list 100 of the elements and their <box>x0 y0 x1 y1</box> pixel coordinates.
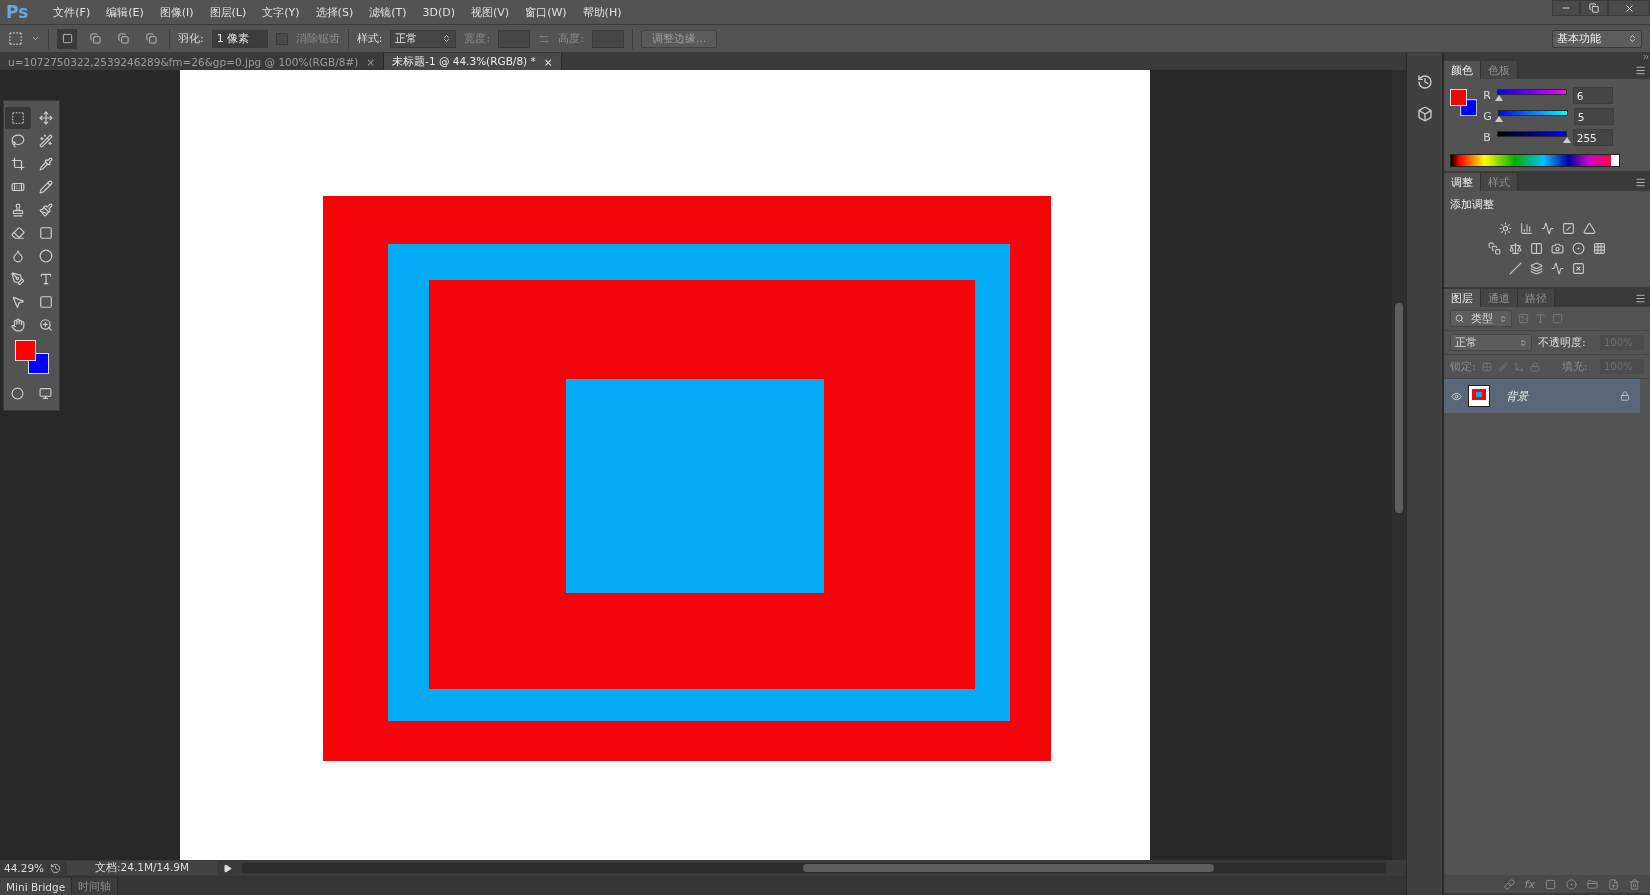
feather-field[interactable]: 1 像素 <box>211 29 268 48</box>
adjustment-button[interactable] <box>1528 260 1545 276</box>
opacity-label: 不透明度: <box>1538 335 1586 350</box>
restore-button[interactable] <box>1580 0 1608 16</box>
panel-tab[interactable]: Mini Bridge <box>0 878 73 895</box>
magic-wand-icon <box>38 134 53 148</box>
panel-menu-icon[interactable] <box>1635 176 1646 188</box>
eye-icon[interactable] <box>1450 390 1462 402</box>
zoom-icon <box>38 318 53 332</box>
droplet-icon <box>10 249 25 263</box>
tool-button[interactable] <box>4 107 31 129</box>
document-tab[interactable]: 未标题-1 @ 44.3%(RGB/8) * × <box>384 53 562 70</box>
panel-tab[interactable]: 颜色 <box>1444 61 1481 79</box>
tab-close[interactable]: × <box>366 55 376 68</box>
menu-item[interactable]: 3D(D) <box>415 5 463 19</box>
curve-icon <box>1540 221 1554 235</box>
overlap-squares-icon <box>145 33 157 44</box>
panel-tab[interactable]: 调整 <box>1444 173 1481 191</box>
folder-icon[interactable] <box>1587 878 1598 890</box>
channel-value-field[interactable]: 255 <box>1572 129 1613 146</box>
adjustment-button[interactable] <box>1486 240 1503 256</box>
style-dropdown[interactable]: 正常 <box>390 29 457 48</box>
adjustment-button[interactable] <box>1570 260 1587 276</box>
marquee-icon[interactable] <box>8 31 23 46</box>
overlap-squares-icon <box>89 33 101 44</box>
menu-item[interactable]: 图像(I) <box>152 4 201 20</box>
gradient-icon <box>38 226 53 240</box>
panel-menu-icon[interactable] <box>1635 292 1646 304</box>
pencil-icon <box>38 180 53 194</box>
width-field[interactable] <box>498 29 531 48</box>
adjustment-layer-icon[interactable] <box>1566 878 1577 890</box>
play-icon[interactable] <box>223 863 233 873</box>
layer-name: 背景 <box>1506 388 1528 404</box>
filter-dropdown[interactable]: 类型 <box>1450 310 1512 327</box>
crop-icon <box>10 157 25 171</box>
adjustment-button[interactable] <box>1518 220 1534 236</box>
menu-item[interactable]: 帮助(H) <box>575 4 629 20</box>
height-field[interactable] <box>591 29 624 48</box>
horizontal-scrollbar[interactable] <box>242 863 1386 873</box>
channel-label: R <box>1483 89 1491 102</box>
triangle-icon <box>1582 221 1596 235</box>
trash-icon[interactable] <box>1629 878 1640 890</box>
lasso-icon <box>10 134 25 148</box>
channel-value-field[interactable]: 5 <box>1573 108 1614 125</box>
color-swatches-icon[interactable] <box>14 340 49 374</box>
new-layer-icon[interactable] <box>1608 878 1619 890</box>
layer-row[interactable]: 背景 <box>1444 379 1640 413</box>
adjustment-button[interactable] <box>1507 260 1524 276</box>
square-icon <box>61 33 73 44</box>
adjustment-button[interactable] <box>1549 260 1566 276</box>
style-label: 样式: <box>356 31 383 46</box>
color-spectrum[interactable] <box>1450 154 1620 167</box>
panel-tab[interactable]: 时间轴 <box>72 878 119 895</box>
link-icon[interactable] <box>1503 878 1515 890</box>
updown-icon <box>1519 338 1527 347</box>
channel-value-field[interactable]: 6 <box>1572 87 1613 104</box>
menu-item[interactable]: 视图(V) <box>464 4 517 20</box>
menu-item[interactable]: 窗口(W) <box>518 4 574 20</box>
menu-item[interactable]: 编辑(E) <box>99 4 151 20</box>
channel-slider[interactable] <box>1496 89 1567 102</box>
marquee-icon <box>10 111 25 125</box>
collapse-icon[interactable] <box>1642 53 1650 61</box>
tab-close[interactable]: × <box>543 55 553 68</box>
workspace-dropdown[interactable]: 基本功能 <box>1552 29 1642 48</box>
channel-slider[interactable] <box>1497 110 1568 123</box>
vertical-scrollbar[interactable] <box>1392 70 1406 860</box>
close-icon <box>1623 2 1635 14</box>
color-swatches-icon[interactable] <box>1450 89 1478 117</box>
panel-menu-icon[interactable] <box>1635 64 1646 76</box>
threshold-icon <box>1551 261 1564 275</box>
adjustment-button[interactable] <box>1507 240 1524 256</box>
mask-icon[interactable] <box>1545 878 1556 890</box>
feather-label: 羽化: <box>178 31 204 46</box>
blend-mode-dropdown[interactable]: 正常 <box>1450 334 1532 351</box>
new-selection-button[interactable] <box>57 28 77 49</box>
menu-item[interactable]: 滤镜(T) <box>362 4 414 20</box>
adjustment-button[interactable] <box>1528 240 1545 256</box>
channel-label: B <box>1483 131 1491 144</box>
tab-title: u=1072750322,2539246289&fm=26&gp=0.jpg @ 100%(RGB/8#) <box>8 55 359 68</box>
menu-item[interactable]: 文件(F) <box>46 4 98 20</box>
menu-item[interactable]: 选择(S) <box>308 4 361 20</box>
panel-tab[interactable]: 图层 <box>1444 289 1481 307</box>
adjustment-button[interactable] <box>1581 220 1597 236</box>
minimize-button[interactable] <box>1552 0 1580 16</box>
eyedropper-icon <box>38 157 53 171</box>
caret-icon[interactable] <box>31 34 40 43</box>
adjustment-button[interactable] <box>1591 240 1608 256</box>
menu-item[interactable]: 文字(Y) <box>255 4 307 20</box>
pen-icon <box>10 272 25 286</box>
status-icon[interactable] <box>50 862 62 874</box>
grid-icon <box>1593 241 1606 255</box>
menu-item[interactable]: 图层(L) <box>202 4 254 20</box>
invert-icon <box>1509 261 1522 275</box>
adjustment-button[interactable] <box>1539 220 1555 236</box>
adjustment-button[interactable] <box>1560 220 1576 236</box>
hand-icon <box>10 318 25 332</box>
mixer-icon <box>1572 241 1585 255</box>
adjustment-button[interactable] <box>1570 240 1587 256</box>
adjustment-button[interactable] <box>1497 220 1513 236</box>
panel-heading: 添加调整 <box>1449 197 1495 213</box>
